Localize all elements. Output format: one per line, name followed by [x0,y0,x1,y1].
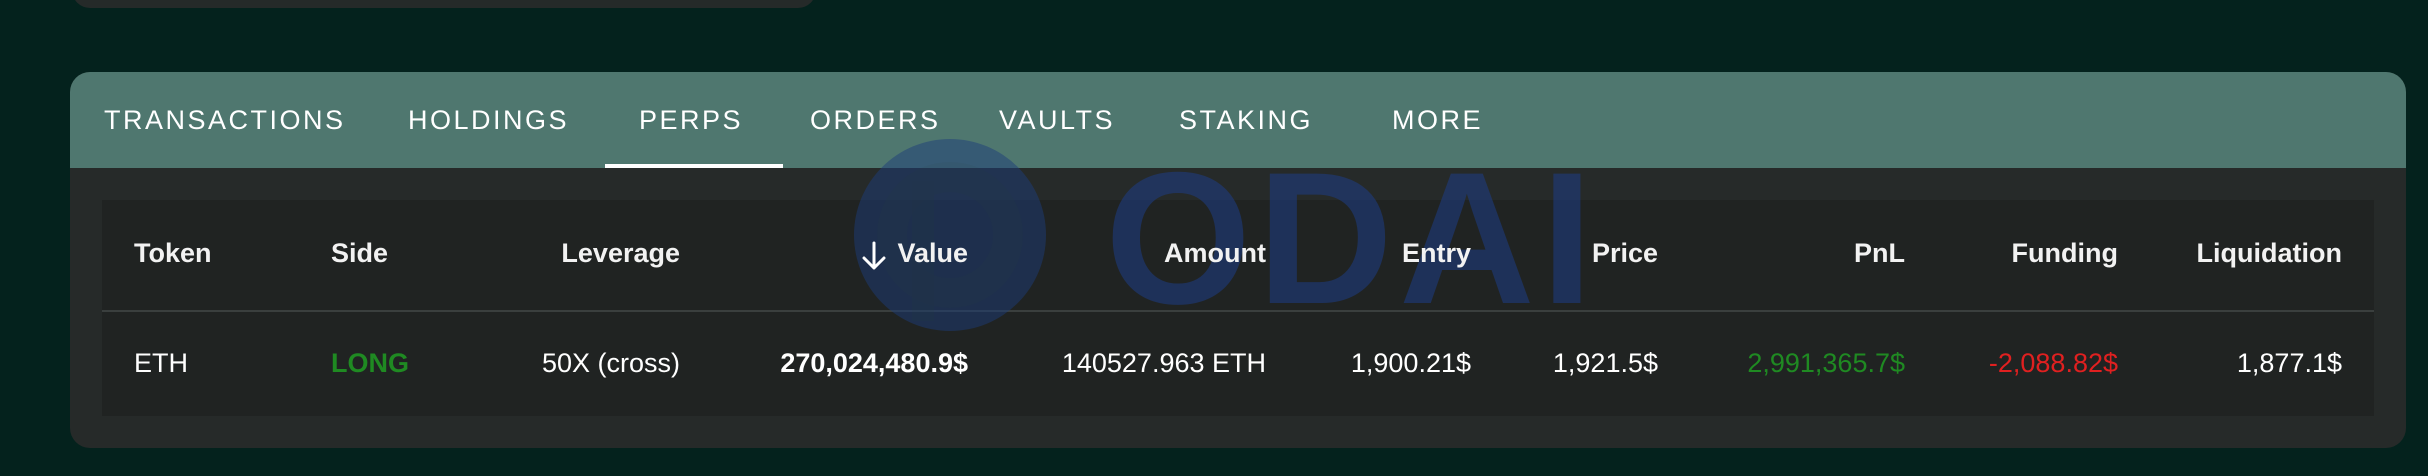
cell-funding: -2,088.82$ [1988,348,2118,378]
cell-entry: 1,900.21$ [1350,348,1471,378]
cell-pnl: 2,991,365.7$ [1747,348,1905,378]
header-token[interactable]: Token [134,238,212,269]
cell-leverage: 50X (cross) [541,348,680,378]
tab-transactions[interactable]: TRANSACTIONS [104,72,346,168]
header-liquidation[interactable]: Liquidation [2140,238,2342,269]
header-leverage[interactable]: Leverage [480,238,680,269]
cell-value: 270,024,480.9$ [780,348,968,378]
cell-liquidation: 1,877.1$ [2236,348,2342,378]
previous-panel-edge [72,0,816,8]
header-value[interactable]: Value [760,238,968,269]
cell-amount: 140527.963 ETH [1061,348,1266,378]
watermark-text: ODAILY [1105,135,1590,335]
tab-holdings[interactable]: HOLDINGS [408,72,569,168]
header-entry[interactable]: Entry [1300,238,1471,269]
header-amount[interactable]: Amount [1060,238,1266,269]
header-funding[interactable]: Funding [1920,238,2118,269]
header-side[interactable]: Side [331,238,388,269]
cell-side-long: LONG [331,348,409,378]
cell-token: ETH [134,348,188,378]
header-price[interactable]: Price [1480,238,1658,269]
tab-perps[interactable]: PERPS [604,72,784,168]
header-pnl[interactable]: PnL [1700,238,1905,269]
cell-price: 1,921.5$ [1552,348,1658,378]
odaily-watermark-logo: ODAILY [854,135,1590,335]
